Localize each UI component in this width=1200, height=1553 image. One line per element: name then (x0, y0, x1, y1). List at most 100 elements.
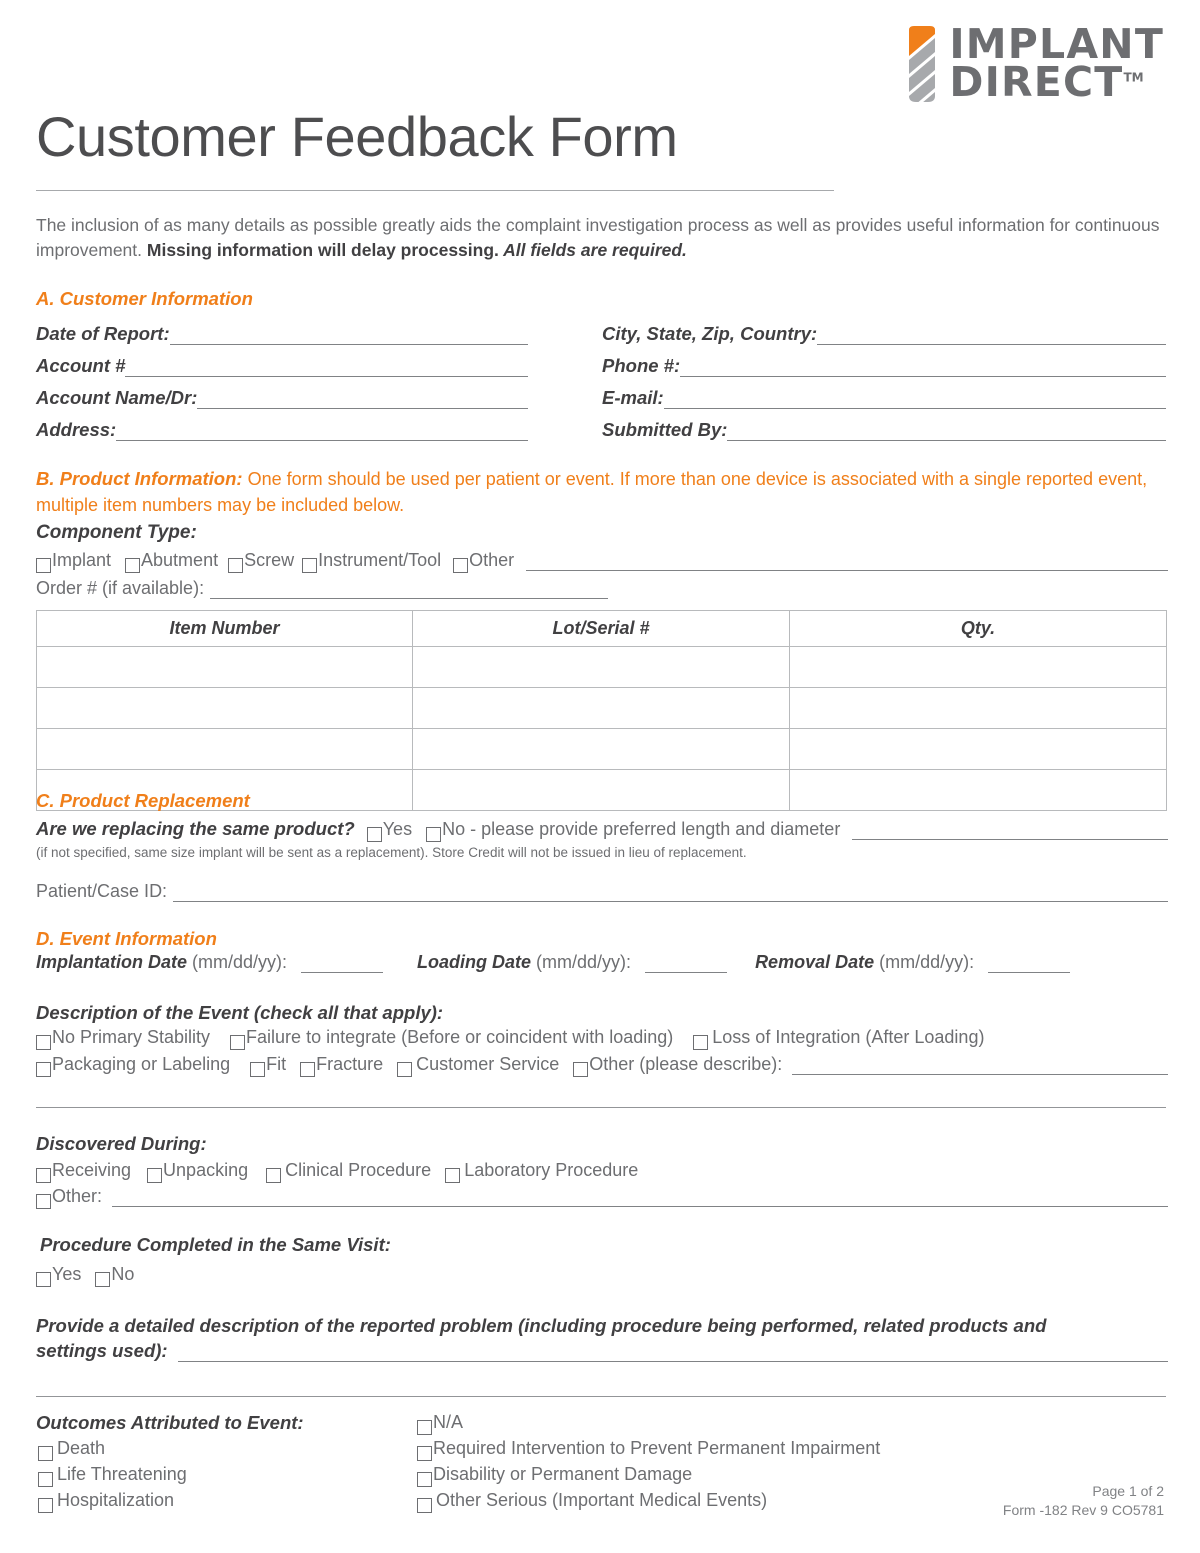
field-date-of-report[interactable]: Date of Report: (36, 323, 528, 345)
cell-qty[interactable] (789, 769, 1167, 811)
checkbox-box-icon[interactable] (36, 1194, 51, 1209)
checkbox-unpacking[interactable]: Unpacking (147, 1160, 248, 1183)
checkbox-implant[interactable]: Implant (36, 550, 111, 573)
field-input-line[interactable] (125, 361, 528, 377)
checkbox-replacement-yes[interactable]: Yes (366, 819, 412, 842)
outcome-life-threatening[interactable]: Life Threatening (38, 1464, 187, 1490)
checkbox-clinical-procedure[interactable]: Clinical Procedure (266, 1160, 431, 1183)
checkbox-other-describe[interactable]: Other (please describe): (573, 1054, 782, 1077)
cell-item-number[interactable] (36, 646, 413, 688)
checkbox-box-icon[interactable] (250, 1062, 266, 1077)
outcome-other-serious[interactable]: Other Serious (Important Medical Events) (417, 1490, 767, 1516)
replacement-size-input-line[interactable] (852, 824, 1168, 840)
field-input-line[interactable] (116, 425, 528, 441)
table-row[interactable] (36, 687, 1167, 729)
field-input-line[interactable] (663, 393, 1166, 409)
field-email[interactable]: E-mail: (602, 387, 1166, 409)
event-description-writing-line[interactable] (36, 1107, 1166, 1108)
checkbox-box-icon[interactable] (366, 827, 382, 842)
outcome-death[interactable]: Death (38, 1438, 105, 1464)
event-other-input-line[interactable] (792, 1059, 1168, 1075)
outcome-disability[interactable]: Disability or Permanent Damage (417, 1464, 692, 1490)
outcome-hospitalization[interactable]: Hospitalization (38, 1490, 174, 1516)
cell-item-number[interactable] (36, 687, 413, 729)
checkbox-box-icon[interactable] (147, 1168, 163, 1183)
field-city-state-zip-country[interactable]: City, State, Zip, Country: (602, 323, 1166, 345)
checkbox-replacement-no[interactable]: No - please provide preferred length and… (426, 819, 840, 842)
table-row[interactable] (36, 728, 1167, 770)
field-address[interactable]: Address: (36, 419, 528, 441)
field-submitted-by[interactable]: Submitted By: (602, 419, 1166, 441)
checkbox-box-icon[interactable] (302, 558, 318, 573)
cell-lot-serial[interactable] (412, 769, 790, 811)
checkbox-box-icon[interactable] (417, 1472, 432, 1487)
cell-lot-serial[interactable] (412, 728, 790, 770)
checkbox-box-icon[interactable] (36, 1272, 51, 1287)
checkbox-box-icon[interactable] (38, 1472, 53, 1487)
checkbox-box-icon[interactable] (693, 1035, 709, 1050)
checkbox-box-icon[interactable] (95, 1272, 111, 1287)
table-row[interactable] (36, 646, 1167, 688)
field-input-line[interactable] (173, 886, 1168, 902)
loading-date-input-line[interactable] (645, 957, 728, 973)
field-patient-case-id[interactable]: Patient/Case ID: (36, 881, 1168, 902)
checkbox-discovered-other[interactable]: Other: (36, 1186, 102, 1209)
checkbox-box-icon[interactable] (417, 1420, 432, 1435)
checkbox-box-icon[interactable] (36, 1062, 51, 1077)
checkbox-box-icon[interactable] (266, 1168, 282, 1183)
checkbox-box-icon[interactable] (445, 1168, 461, 1183)
field-order-number[interactable]: Order # (if available): (36, 578, 608, 599)
checkbox-other-component[interactable]: Other (453, 550, 514, 573)
field-input-line[interactable] (817, 329, 1166, 345)
checkbox-abutment[interactable]: Abutment (125, 550, 218, 573)
field-input-line[interactable] (680, 361, 1166, 377)
cell-lot-serial[interactable] (412, 687, 790, 729)
checkbox-box-icon[interactable] (453, 558, 469, 573)
discovered-other-input-line[interactable] (112, 1191, 1168, 1207)
checkbox-instrument-tool[interactable]: Instrument/Tool (302, 550, 441, 573)
detailed-description-writing-line[interactable] (36, 1396, 1166, 1397)
checkbox-laboratory-procedure[interactable]: Laboratory Procedure (445, 1160, 638, 1183)
field-account-number[interactable]: Account # (36, 355, 528, 377)
cell-qty[interactable] (789, 728, 1167, 770)
checkbox-failure-to-integrate[interactable]: Failure to integrate (Before or coincide… (230, 1027, 673, 1050)
checkbox-receiving[interactable]: Receiving (36, 1160, 131, 1183)
checkbox-box-icon[interactable] (417, 1446, 432, 1461)
checkbox-no-primary-stability[interactable]: No Primary Stability (36, 1027, 210, 1050)
checkbox-procedure-yes[interactable]: Yes (36, 1264, 81, 1287)
removal-date-input-line[interactable] (988, 957, 1071, 973)
cell-item-number[interactable] (36, 728, 413, 770)
checkbox-box-icon[interactable] (426, 827, 442, 842)
component-other-input-line[interactable] (526, 555, 1168, 571)
cell-qty[interactable] (789, 687, 1167, 729)
checkbox-box-icon[interactable] (38, 1446, 53, 1461)
field-input-line[interactable] (197, 393, 528, 409)
checkbox-box-icon[interactable] (228, 558, 244, 573)
checkbox-box-icon[interactable] (36, 1035, 51, 1050)
field-input-line[interactable] (169, 329, 528, 345)
checkbox-screw[interactable]: Screw (228, 550, 294, 573)
cell-qty[interactable] (789, 646, 1167, 688)
outcome-na[interactable]: N/A (417, 1412, 463, 1438)
outcome-required-intervention[interactable]: Required Intervention to Prevent Permane… (417, 1438, 880, 1464)
checkbox-procedure-no[interactable]: No (95, 1264, 134, 1287)
checkbox-box-icon[interactable] (397, 1062, 413, 1077)
detailed-description-input-line[interactable] (177, 1346, 1168, 1362)
field-input-line[interactable] (727, 425, 1166, 441)
checkbox-box-icon[interactable] (573, 1062, 589, 1077)
checkbox-customer-service[interactable]: Customer Service (397, 1054, 559, 1077)
checkbox-box-icon[interactable] (125, 558, 141, 573)
checkbox-fit[interactable]: Fit (250, 1054, 286, 1077)
implantation-date-input-line[interactable] (301, 957, 384, 973)
checkbox-loss-of-integration[interactable]: Loss of Integration (After Loading) (693, 1027, 984, 1050)
cell-lot-serial[interactable] (412, 646, 790, 688)
checkbox-packaging-or-labeling[interactable]: Packaging or Labeling (36, 1054, 230, 1077)
checkbox-box-icon[interactable] (300, 1062, 316, 1077)
checkbox-fracture[interactable]: Fracture (300, 1054, 383, 1077)
checkbox-box-icon[interactable] (417, 1498, 432, 1513)
field-account-name-dr[interactable]: Account Name/Dr: (36, 387, 528, 409)
field-phone-number[interactable]: Phone #: (602, 355, 1166, 377)
checkbox-box-icon[interactable] (36, 1168, 51, 1183)
field-input-line[interactable] (210, 583, 608, 599)
checkbox-box-icon[interactable] (230, 1035, 246, 1050)
